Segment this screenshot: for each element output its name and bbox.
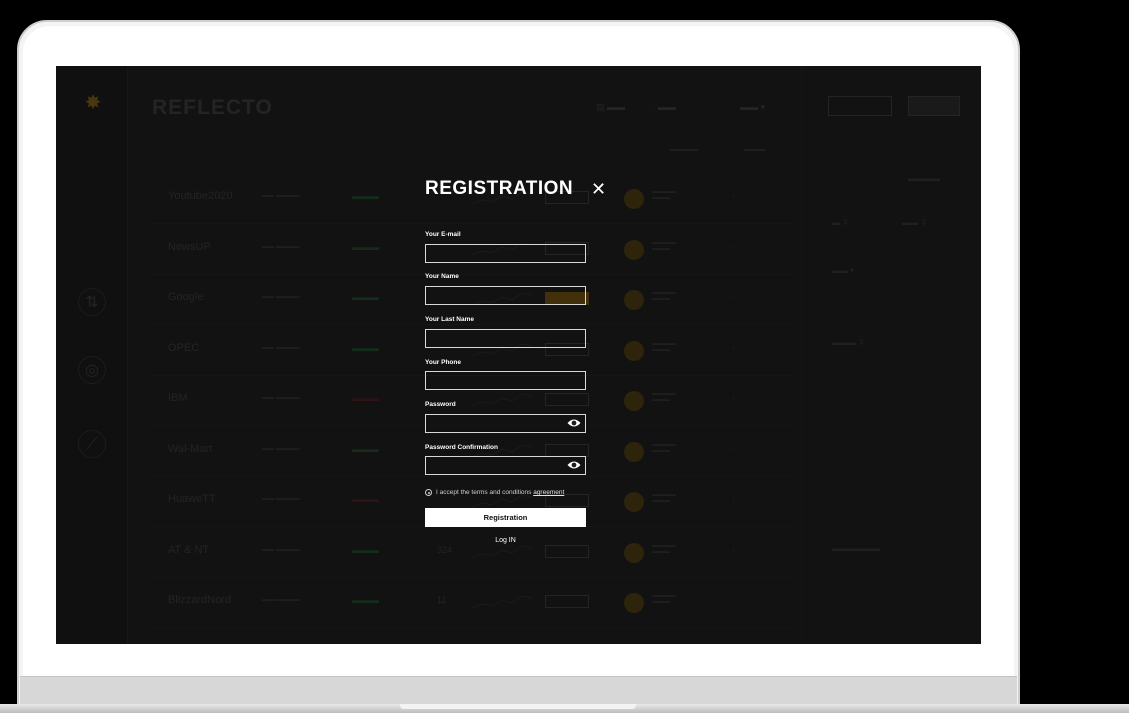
password-field[interactable] xyxy=(425,414,586,433)
phone-label: Your Phone xyxy=(425,359,461,366)
laptop-base-notch xyxy=(400,704,636,709)
email-label: Your E-mail xyxy=(425,231,461,238)
terms-text: I accept the terms and conditions xyxy=(436,489,534,497)
phone-field[interactable] xyxy=(425,371,586,390)
password-confirm-label: Password Confirmation xyxy=(425,444,498,451)
laptop-chin xyxy=(20,676,1017,706)
last-name-field[interactable] xyxy=(425,329,586,348)
name-label: Your Name xyxy=(425,273,459,280)
close-icon[interactable]: ✕ xyxy=(591,178,606,200)
last-name-label: Your Last Name xyxy=(425,316,475,323)
laptop-mockup: ✸ ⇅ ◎ ⟋ REFLECTO ▤ ▬▬ ◌ ▬▬ ▬▬ ▾ ▬▬▬▬ ▬▬▬… xyxy=(0,0,1129,713)
email-field[interactable] xyxy=(425,244,586,263)
password-confirm-field[interactable] xyxy=(425,456,586,475)
name-field[interactable] xyxy=(425,286,586,305)
eye-icon[interactable] xyxy=(567,460,581,470)
terms-checkbox[interactable] xyxy=(425,489,432,496)
modal-title: REGISTRATION xyxy=(425,178,574,199)
password-confirm-wrap xyxy=(425,456,586,475)
terms-agreement-link[interactable]: agreement xyxy=(533,489,564,496)
login-link[interactable]: Log IN xyxy=(425,537,586,544)
screen: ✸ ⇅ ◎ ⟋ REFLECTO ▤ ▬▬ ◌ ▬▬ ▬▬ ▾ ▬▬▬▬ ▬▬▬… xyxy=(56,66,981,644)
registration-button[interactable]: Registration xyxy=(425,508,586,527)
password-wrap xyxy=(425,414,586,433)
registration-modal: REGISTRATION ✕ Your E-mail Your Name You… xyxy=(425,174,606,554)
eye-icon[interactable] xyxy=(567,418,581,428)
password-label: Password xyxy=(425,401,456,408)
terms-checkbox-row[interactable]: I accept the terms and conditions agreem… xyxy=(425,489,564,496)
